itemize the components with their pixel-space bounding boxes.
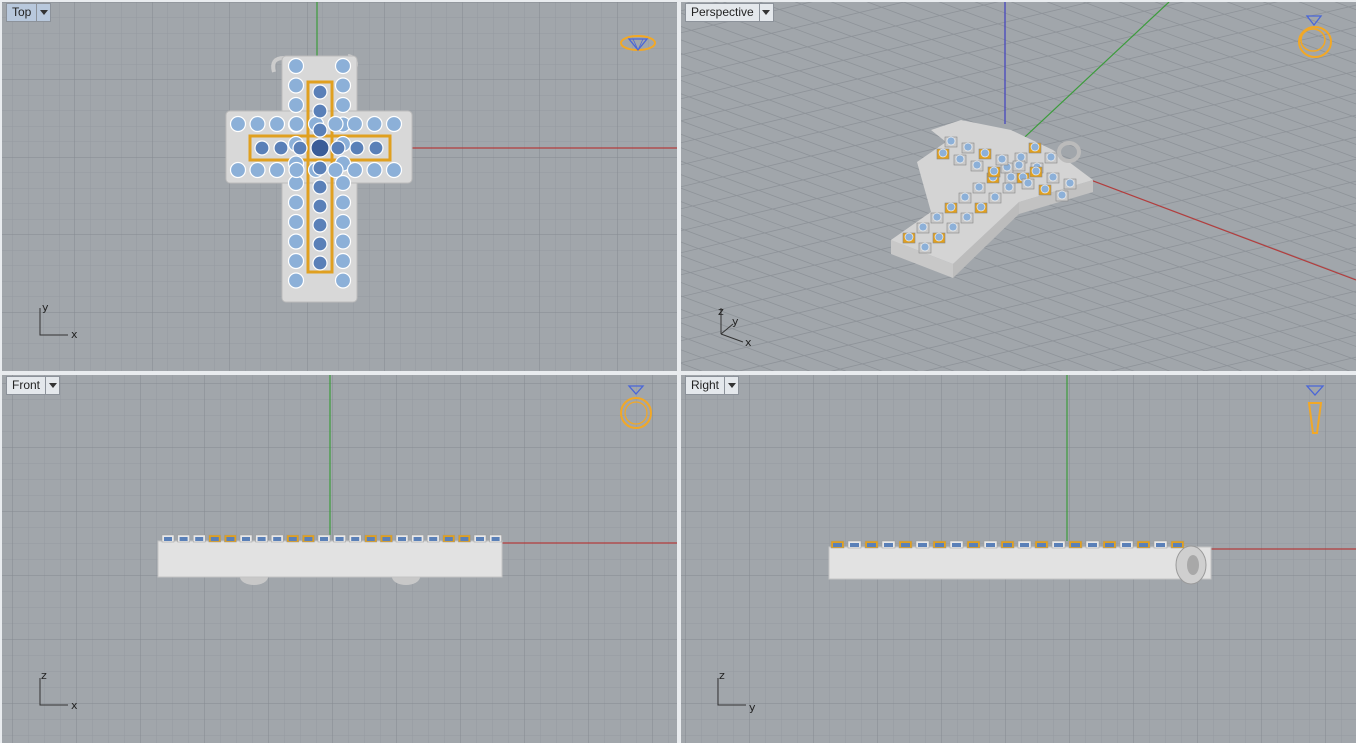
dropdown-arrow-icon[interactable] xyxy=(758,4,773,21)
viewport-title: Top xyxy=(12,5,32,19)
viewport-title: Right xyxy=(691,378,720,392)
svg-text:x: x xyxy=(71,328,78,341)
top-view-scene: y x xyxy=(2,2,677,371)
axis-gizmo: z y x xyxy=(718,305,752,349)
viewport-right[interactable]: z y Right xyxy=(681,375,1356,743)
viewport-tab-front[interactable]: Front xyxy=(6,376,61,395)
viewport-tab-right[interactable]: Right xyxy=(685,376,740,395)
front-view-scene: z x xyxy=(2,375,677,743)
perspective-view-scene: z y x xyxy=(681,2,1356,371)
viewport-title: Front xyxy=(12,378,41,392)
svg-text:z: z xyxy=(719,669,725,682)
viewport-title: Perspective xyxy=(691,5,754,19)
svg-text:y: y xyxy=(749,701,756,714)
svg-text:z: z xyxy=(41,669,47,682)
viewport-front[interactable]: z x Front xyxy=(2,375,677,743)
svg-text:z: z xyxy=(718,305,724,318)
svg-text:x: x xyxy=(745,336,752,349)
dropdown-arrow-icon[interactable] xyxy=(36,4,50,21)
svg-text:y: y xyxy=(42,301,49,314)
viewport-tab-top[interactable]: Top xyxy=(6,3,52,22)
cross-pendant-front xyxy=(157,534,503,585)
svg-text:y: y xyxy=(732,315,739,328)
right-view-scene: z y xyxy=(681,375,1356,743)
cross-pendant-right xyxy=(828,540,1212,585)
viewport-perspective[interactable]: z y x Perspective xyxy=(681,2,1356,371)
rhino-four-viewport-layout: y x Top z y x Perspective z x Front z y … xyxy=(0,0,1356,743)
viewport-tab-perspective[interactable]: Perspective xyxy=(685,3,774,22)
dropdown-arrow-icon[interactable] xyxy=(45,377,59,394)
viewport-top[interactable]: y x Top xyxy=(2,2,677,371)
svg-text:x: x xyxy=(71,699,78,712)
dropdown-arrow-icon[interactable] xyxy=(724,377,738,394)
